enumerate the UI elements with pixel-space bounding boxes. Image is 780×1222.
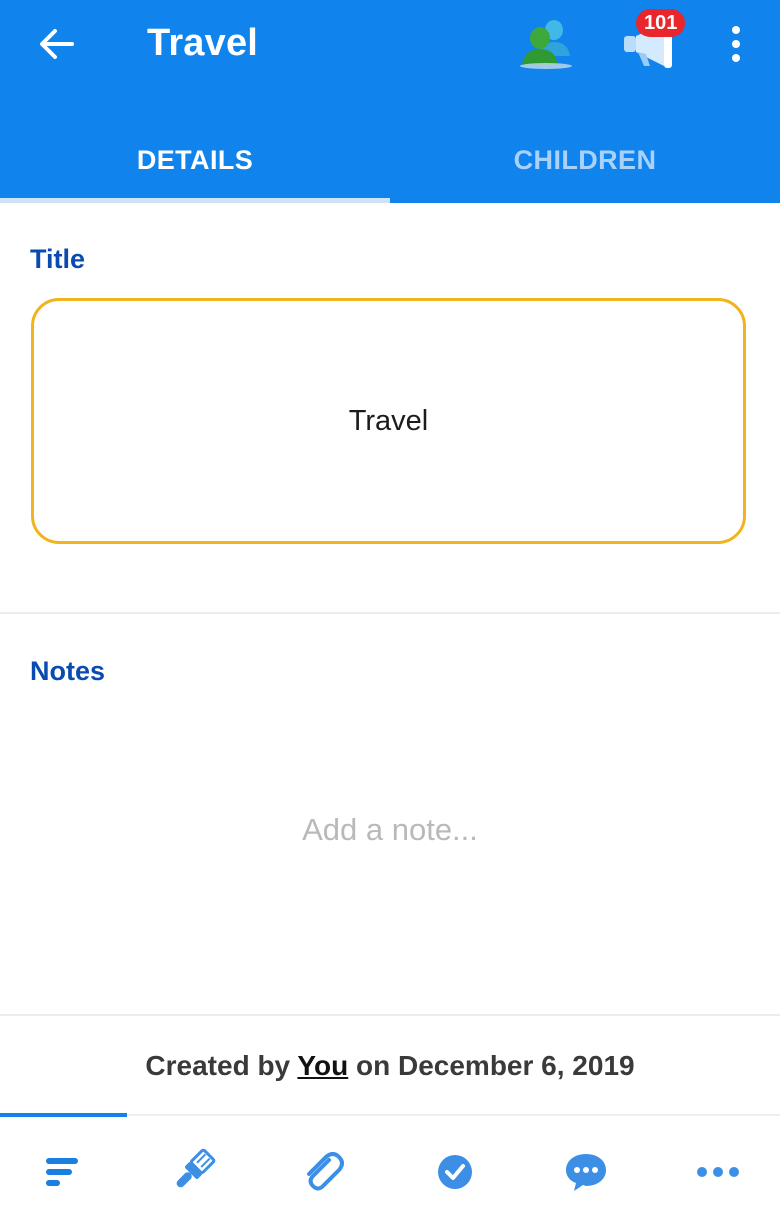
created-by-user-link[interactable]: You	[297, 1050, 348, 1081]
page-title: Travel	[147, 22, 259, 64]
created-prefix: Created by	[145, 1050, 298, 1081]
title-field[interactable]: Travel	[31, 298, 746, 544]
attachment-icon	[307, 1152, 344, 1191]
back-button[interactable]	[28, 22, 84, 66]
more-options-button[interactable]	[688, 1140, 748, 1204]
details-icon	[46, 1158, 78, 1186]
created-suffix: on December 6, 2019	[348, 1050, 635, 1081]
active-tab-indicator	[0, 198, 390, 203]
notification-badge: 101	[636, 9, 686, 37]
created-by-text: Created by You on December 6, 2019	[0, 1050, 780, 1082]
notes-label: Notes	[30, 656, 106, 686]
tab-children[interactable]: CHILDREN	[390, 118, 780, 203]
title-label: Title	[30, 244, 86, 274]
style-button[interactable]	[162, 1140, 222, 1204]
title-value: Travel	[348, 404, 429, 437]
members-button[interactable]	[514, 16, 578, 72]
more-horizontal-icon	[697, 1167, 739, 1177]
tab-details[interactable]: DETAILS	[0, 118, 390, 203]
comments-button[interactable]	[556, 1140, 616, 1204]
details-button[interactable]	[32, 1140, 92, 1204]
divider	[0, 612, 780, 614]
dot-icon	[732, 26, 740, 34]
overflow-menu-button[interactable]	[718, 20, 754, 68]
attachments-button[interactable]	[293, 1140, 353, 1204]
people-icon	[520, 20, 572, 69]
dot-icon	[732, 40, 740, 48]
arrow-left-icon	[40, 29, 74, 59]
complete-button[interactable]	[425, 1140, 485, 1204]
comment-icon	[566, 1154, 606, 1191]
paint-brush-icon	[176, 1148, 216, 1188]
notes-input[interactable]: Add a note...	[0, 812, 780, 848]
checkmark-icon	[438, 1155, 472, 1189]
bottom-active-indicator	[0, 1113, 127, 1117]
bottom-toolbar	[0, 1114, 780, 1222]
dot-icon	[732, 54, 740, 62]
divider	[0, 1014, 780, 1016]
